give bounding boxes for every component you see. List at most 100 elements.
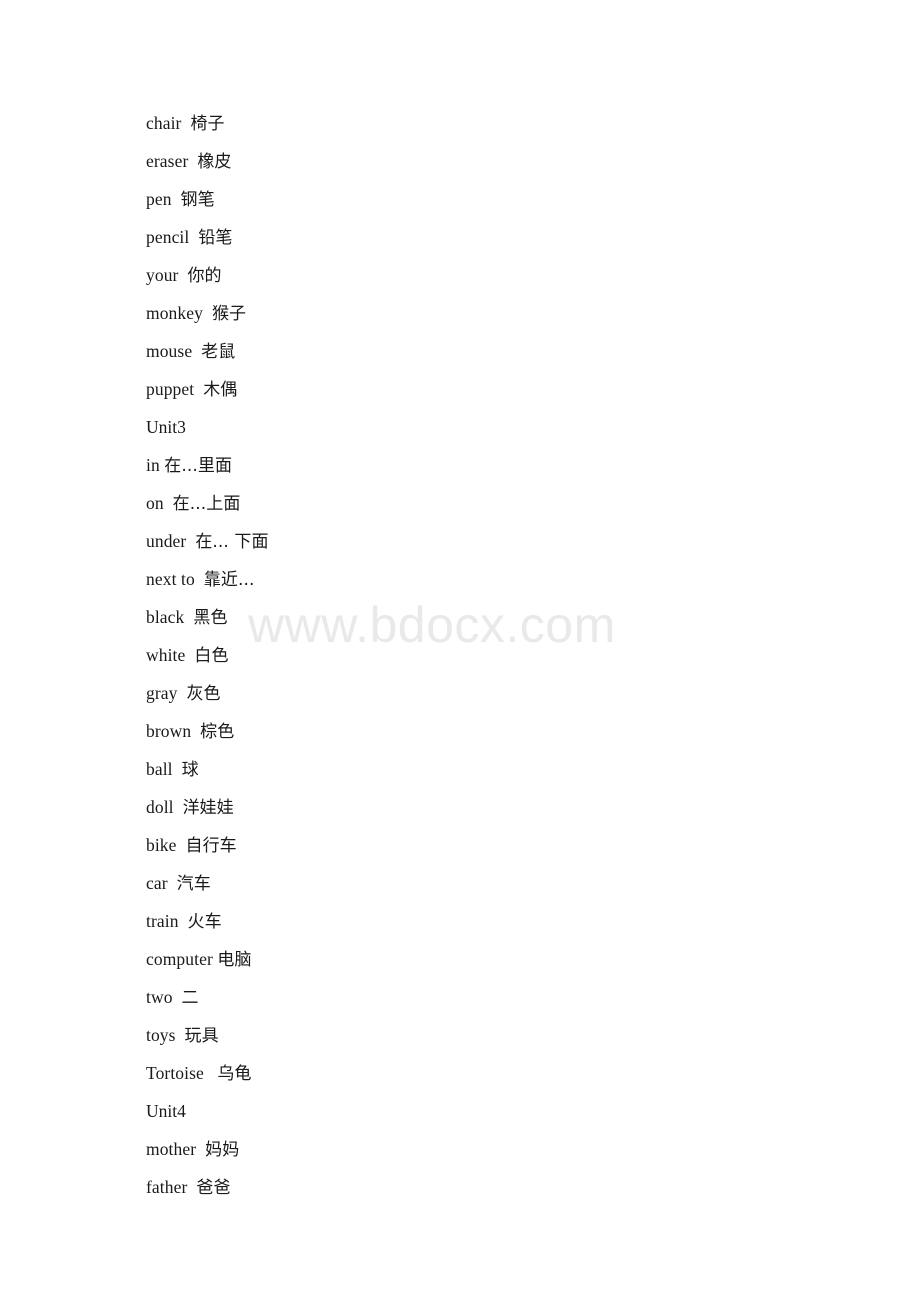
entry-separator — [189, 227, 198, 247]
vocabulary-entry: under 在... 下面 — [146, 522, 846, 560]
entry-chinese: 钢笔 — [180, 190, 215, 210]
entry-chinese: 二 — [181, 988, 199, 1008]
vocabulary-entry: mouse 老鼠 — [146, 332, 846, 370]
document-page: www.bdocx.com chair 椅子 eraser 橡皮 pen 钢笔 pen… — [0, 0, 920, 1302]
entry-separator — [203, 303, 212, 323]
entry-english: in — [146, 455, 160, 475]
entry-chinese: 电脑 — [217, 950, 252, 970]
vocabulary-entry: in 在...里面 — [146, 446, 846, 484]
entry-separator — [195, 569, 204, 589]
entry-english: pencil — [146, 227, 190, 247]
unit-heading: Unit3 — [146, 408, 846, 446]
vocabulary-entry: brown 棕色 — [146, 712, 846, 750]
entry-chinese: 在... 下面 — [195, 532, 269, 552]
entry-separator — [168, 873, 177, 893]
vocabulary-entry: chair 椅子 — [146, 104, 846, 142]
entry-english: on — [146, 493, 164, 513]
vocabulary-list: chair 椅子 eraser 橡皮 pen 钢笔 pencil 铅笔 your 你的 m… — [146, 104, 846, 1206]
entry-separator — [164, 493, 173, 513]
vocabulary-entry: pencil 铅笔 — [146, 218, 846, 256]
entry-english: bike — [146, 835, 177, 855]
entry-chinese: 木偶 — [203, 380, 238, 400]
entry-english: mouse — [146, 341, 193, 361]
unit-label: Unit3 — [146, 417, 186, 437]
entry-separator — [191, 721, 200, 741]
entry-chinese: 白色 — [194, 646, 229, 666]
entry-english: puppet — [146, 379, 195, 399]
vocabulary-entry: puppet 木偶 — [146, 370, 846, 408]
entry-english: Tortoise — [146, 1063, 204, 1083]
entry-chinese: 你的 — [187, 266, 222, 286]
entry-chinese: 靠近... — [203, 570, 255, 590]
vocabulary-entry: mother 妈妈 — [146, 1130, 846, 1168]
entry-english: your — [146, 265, 179, 285]
vocabulary-entry: pen 钢笔 — [146, 180, 846, 218]
vocabulary-entry: your 你的 — [146, 256, 846, 294]
entry-english: eraser — [146, 151, 189, 171]
entry-english: next to — [146, 569, 195, 589]
entry-chinese: 球 — [181, 760, 199, 780]
vocabulary-entry: father 爸爸 — [146, 1168, 846, 1206]
entry-chinese: 黑色 — [193, 608, 228, 628]
vocabulary-entry: white 白色 — [146, 636, 846, 674]
entry-chinese: 玩具 — [184, 1026, 219, 1046]
entry-english: pen — [146, 189, 172, 209]
entry-separator — [179, 911, 188, 931]
entry-separator — [204, 1063, 217, 1083]
entry-english: two — [146, 987, 173, 1007]
vocabulary-entry: bike 自行车 — [146, 826, 846, 864]
entry-english: monkey — [146, 303, 203, 323]
entry-english: ball — [146, 759, 173, 779]
entry-english: black — [146, 607, 185, 627]
entry-chinese: 汽车 — [176, 874, 211, 894]
entry-english: toys — [146, 1025, 176, 1045]
entry-chinese: 灰色 — [186, 684, 221, 704]
entry-chinese: 猴子 — [211, 304, 247, 324]
unit-label: Unit4 — [146, 1101, 186, 1121]
entry-english: mother — [146, 1139, 197, 1159]
vocabulary-entry: on 在...上面 — [146, 484, 846, 522]
vocabulary-entry: black 黑色 — [146, 598, 846, 636]
entry-english: white — [146, 645, 186, 665]
entry-chinese: 在...里面 — [164, 456, 233, 476]
entry-chinese: 洋娃娃 — [182, 798, 234, 818]
entry-chinese: 椅子 — [190, 114, 225, 134]
entry-chinese: 乌龟 — [217, 1064, 252, 1084]
entry-english: train — [146, 911, 179, 931]
entry-chinese: 棕色 — [200, 722, 235, 742]
entry-chinese: 自行车 — [185, 836, 237, 856]
entry-separator — [173, 759, 182, 779]
entry-english: father — [146, 1177, 188, 1197]
vocabulary-entry: next to 靠近... — [146, 560, 846, 598]
entry-separator — [188, 151, 197, 171]
entry-separator — [192, 341, 201, 361]
entry-english: doll — [146, 797, 174, 817]
entry-chinese: 在...上面 — [172, 494, 241, 514]
entry-chinese: 火车 — [187, 912, 222, 932]
vocabulary-entry: doll 洋娃娃 — [146, 788, 846, 826]
vocabulary-entry: car 汽车 — [146, 864, 846, 902]
vocabulary-entry: two 二 — [146, 978, 846, 1016]
entry-separator — [196, 1139, 205, 1159]
vocabulary-entry: Tortoise 乌龟 — [146, 1054, 846, 1092]
entry-separator — [174, 797, 183, 817]
entry-chinese: 橡皮 — [197, 152, 232, 172]
entry-separator — [185, 645, 194, 665]
entry-english: under — [146, 531, 187, 551]
entry-separator — [176, 1025, 185, 1045]
entry-separator — [173, 987, 182, 1007]
vocabulary-entry: gray 灰色 — [146, 674, 846, 712]
vocabulary-entry: ball 球 — [146, 750, 846, 788]
vocabulary-entry: computer 电脑 — [146, 940, 846, 978]
entry-chinese: 妈妈 — [205, 1140, 240, 1160]
entry-chinese: 铅笔 — [198, 228, 233, 248]
entry-english: chair — [146, 113, 182, 133]
entry-english: brown — [146, 721, 192, 741]
entry-chinese: 爸爸 — [196, 1178, 231, 1198]
unit-heading: Unit4 — [146, 1092, 846, 1130]
vocabulary-entry: toys 玩具 — [146, 1016, 846, 1054]
entry-english: gray — [146, 683, 178, 703]
entry-english: car — [146, 873, 168, 893]
entry-english: computer — [146, 949, 213, 969]
entry-separator — [186, 531, 195, 551]
